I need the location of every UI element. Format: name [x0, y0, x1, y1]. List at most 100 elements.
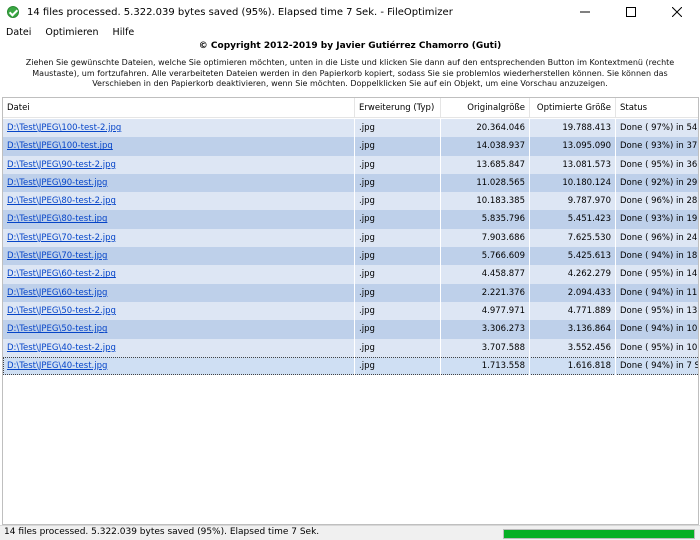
cell-extension: .jpg: [355, 192, 441, 211]
cell-original-size: 1.713.558: [441, 356, 530, 376]
cell-optimized-size: 2.094.433: [530, 283, 616, 302]
cell-status: Done ( 95%) in 14 Se: [616, 265, 698, 283]
column-header-originalgroesse[interactable]: Originalgröße: [441, 98, 530, 118]
table-row[interactable]: D:\Test\JPEG\60-test-2.jpg .jpg 4.458.877 4…: [3, 265, 698, 284]
cell-file-path[interactable]: D:\Test\JPEG\50-test-2.jpg: [3, 301, 355, 321]
cell-extension: .jpg: [355, 283, 441, 302]
cell-original-size: 3.306.273: [441, 320, 530, 339]
cell-original-size: 20.364.046: [441, 119, 530, 138]
table-row[interactable]: D:\Test\JPEG\40-test.jpg .jpg 1.713.558 1.6…: [3, 356, 698, 376]
menu-hilfe[interactable]: Hilfe: [113, 27, 135, 38]
copyright-text: © Copyright 2012-2019 by Javier Gutiérre…: [198, 41, 502, 51]
cell-file-path[interactable]: D:\Test\JPEG\60-test-2.jpg: [3, 265, 355, 284]
close-icon: [672, 7, 682, 17]
table-row[interactable]: D:\Test\JPEG\80-test-2.jpg .jpg 10.183.385…: [3, 192, 698, 211]
cell-status: Done ( 94%) in 10 Se: [616, 320, 698, 338]
table-row[interactable]: D:\Test\JPEG\90-test-2.jpg .jpg 13.685.847…: [3, 155, 698, 174]
cell-status: Done ( 96%) in 24 Se: [616, 229, 698, 247]
file-list[interactable]: Datei Erweiterung (Typ) Originalgröße Op…: [2, 97, 699, 525]
cell-file-path[interactable]: D:\Test\JPEG\70-test-2.jpg: [3, 228, 355, 248]
cell-optimized-size: 10.180.124: [530, 173, 616, 193]
table-row[interactable]: D:\Test\JPEG\50-test.jpg .jpg 3.306.273 3.1…: [3, 320, 698, 339]
cell-file-path[interactable]: D:\Test\JPEG\50-test.jpg: [3, 320, 355, 339]
cell-original-size: 13.685.847: [441, 155, 530, 174]
cell-original-size: 14.038.937: [441, 137, 530, 156]
cell-status: Done ( 95%) in 13 Se: [616, 302, 698, 320]
minimize-button[interactable]: [562, 0, 608, 24]
menu-datei[interactable]: Datei: [6, 27, 31, 38]
table-row[interactable]: D:\Test\JPEG\100-test-2.jpg .jpg 20.364.04…: [3, 119, 698, 138]
cell-status: Done ( 92%) in 29 Se: [616, 174, 698, 192]
cell-optimized-size: 1.616.818: [530, 356, 616, 376]
cell-extension: .jpg: [355, 356, 441, 376]
cell-optimized-size: 4.771.889: [530, 301, 616, 321]
progress-fill: [504, 530, 694, 538]
cell-status: Done ( 93%) in 37 Se: [616, 137, 698, 155]
cell-optimized-size: 7.625.530: [530, 228, 616, 248]
status-text: 14 files processed. 5.322.039 bytes save…: [4, 527, 320, 537]
cell-original-size: 5.766.609: [441, 247, 530, 266]
minimize-icon: [580, 11, 590, 13]
instructions-text: Ziehen Sie gewünschte Dateien, welche Si…: [25, 58, 675, 88]
cell-file-path[interactable]: D:\Test\JPEG\100-test.jpg: [3, 137, 355, 156]
cell-status: Done ( 94%) in 18 Se: [616, 247, 698, 265]
cell-extension: .jpg: [355, 155, 441, 174]
cell-original-size: 5.835.796: [441, 210, 530, 229]
cell-file-path[interactable]: D:\Test\JPEG\60-test.jpg: [3, 283, 355, 302]
cell-file-path[interactable]: D:\Test\JPEG\70-test.jpg: [3, 247, 355, 266]
cell-optimized-size: 13.081.573: [530, 155, 616, 174]
cell-original-size: 4.977.971: [441, 301, 530, 321]
cell-file-path[interactable]: D:\Test\JPEG\80-test.jpg: [3, 210, 355, 229]
cell-extension: .jpg: [355, 210, 441, 229]
table-row[interactable]: D:\Test\JPEG\70-test.jpg .jpg 5.766.609 5.4…: [3, 247, 698, 266]
cell-status: Done ( 93%) in 19 Se: [616, 210, 698, 228]
table-row[interactable]: D:\Test\JPEG\50-test-2.jpg .jpg 4.977.971 4…: [3, 301, 698, 321]
cell-file-path[interactable]: D:\Test\JPEG\100-test-2.jpg: [3, 119, 355, 138]
cell-file-path[interactable]: D:\Test\JPEG\90-test.jpg: [3, 173, 355, 193]
cell-optimized-size: 3.136.864: [530, 320, 616, 339]
window-controls: [562, 0, 700, 24]
cell-file-path[interactable]: D:\Test\JPEG\90-test-2.jpg: [3, 155, 355, 174]
cell-original-size: 7.903.686: [441, 228, 530, 248]
table-row[interactable]: D:\Test\JPEG\60-test.jpg .jpg 2.221.376 2.0…: [3, 283, 698, 302]
table-row[interactable]: D:\Test\JPEG\70-test-2.jpg .jpg 7.903.686 7…: [3, 228, 698, 248]
table-row[interactable]: D:\Test\JPEG\90-test.jpg .jpg 11.028.565 10…: [3, 173, 698, 193]
cell-optimized-size: 19.788.413: [530, 119, 616, 138]
cell-original-size: 2.221.376: [441, 283, 530, 302]
window-title: 14 files processed. 5.322.039 bytes save…: [27, 6, 453, 18]
cell-file-path[interactable]: D:\Test\JPEG\40-test.jpg: [3, 356, 355, 376]
column-header-erweiterung[interactable]: Erweiterung (Typ): [355, 98, 441, 118]
cell-status: Done ( 97%) in 54 Se: [616, 119, 698, 137]
menu-optimieren[interactable]: Optimieren: [45, 27, 98, 38]
check-circle-icon: [7, 6, 19, 18]
maximize-icon: [626, 7, 636, 17]
cell-status: Done ( 94%) in 11 Se: [616, 284, 698, 302]
cell-file-path[interactable]: D:\Test\JPEG\80-test-2.jpg: [3, 192, 355, 211]
progress-bar: [503, 529, 695, 539]
cell-optimized-size: 13.095.090: [530, 137, 616, 156]
cell-original-size: 10.183.385: [441, 192, 530, 211]
cell-optimized-size: 5.425.613: [530, 247, 616, 266]
cell-extension: .jpg: [355, 301, 441, 321]
table-row[interactable]: D:\Test\JPEG\80-test.jpg .jpg 5.835.796 5.4…: [3, 210, 698, 229]
cell-extension: .jpg: [355, 119, 441, 138]
cell-status: Done ( 95%) in 10 Se: [616, 339, 698, 357]
column-header-datei[interactable]: Datei: [3, 98, 355, 118]
list-header: Datei Erweiterung (Typ) Originalgröße Op…: [3, 98, 698, 118]
cell-status: Done ( 95%) in 36 Se: [616, 156, 698, 174]
close-button[interactable]: [654, 0, 700, 24]
cell-status: Done ( 96%) in 28 Se: [616, 192, 698, 210]
cell-file-path[interactable]: D:\Test\JPEG\40-test-2.jpg: [3, 338, 355, 357]
cell-extension: .jpg: [355, 320, 441, 339]
maximize-button[interactable]: [608, 0, 654, 24]
column-header-optimierte-groesse[interactable]: Optimierte Größe: [530, 98, 616, 118]
column-header-status[interactable]: Status: [616, 98, 698, 118]
table-row[interactable]: D:\Test\JPEG\40-test-2.jpg .jpg 3.707.588 3…: [3, 338, 698, 357]
title-bar: 14 files processed. 5.322.039 bytes save…: [0, 0, 700, 24]
list-rows: D:\Test\JPEG\100-test-2.jpg .jpg 20.364.04…: [3, 119, 698, 376]
table-row[interactable]: D:\Test\JPEG\100-test.jpg .jpg 14.038.937 1…: [3, 137, 698, 156]
cell-optimized-size: 3.552.456: [530, 338, 616, 357]
cell-status: Done ( 94%) in 7 Se: [616, 357, 698, 375]
cell-original-size: 3.707.588: [441, 338, 530, 357]
menu-bar: Datei Optimieren Hilfe: [0, 24, 700, 40]
